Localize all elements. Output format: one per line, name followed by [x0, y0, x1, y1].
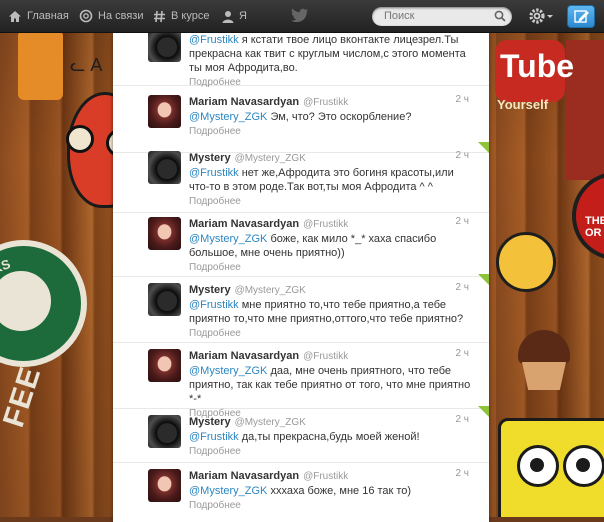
- mariam-avatar[interactable]: [148, 95, 181, 128]
- tweet-mention[interactable]: @Frustikk: [189, 34, 239, 46]
- home-icon: [9, 10, 21, 22]
- tweet-handle[interactable]: @Frustikk: [303, 351, 348, 362]
- retweeted-corner-marker: [478, 274, 489, 285]
- tweet-handle[interactable]: @Mystery_ZGK: [235, 153, 306, 164]
- tweet-text: @Frustikk мне приятно то,что тебе приятн…: [189, 298, 471, 326]
- retweeted-corner-marker: [478, 142, 489, 153]
- tweet-item[interactable]: Mariam Navasardyan @Frustikk @Mystery_ZGK…: [113, 208, 489, 277]
- tweet-handle[interactable]: @Frustikk: [303, 471, 348, 482]
- tweet-timestamp[interactable]: 2 ч: [455, 94, 469, 105]
- tweet-author[interactable]: Mystery: [189, 416, 231, 428]
- nav-discover[interactable]: В курсе: [153, 0, 209, 32]
- tweet-mention[interactable]: @Frustikk: [189, 431, 239, 443]
- compose-pencil-icon: [574, 10, 589, 23]
- tweet-mention[interactable]: @Frustikk: [189, 299, 239, 311]
- tweet-author[interactable]: Mystery: [189, 284, 231, 296]
- youtube-tagline: Yourself: [497, 97, 549, 112]
- tweet-author[interactable]: Mariam Navasardyan: [189, 470, 299, 482]
- tweet-text: @Mystery_ZGK даа, мне очень приятного, ч…: [189, 364, 471, 406]
- tweet-timestamp[interactable]: 2 ч: [455, 282, 469, 293]
- tweet-mention[interactable]: @Mystery_ZGK: [189, 111, 267, 123]
- spongebob-eye: [563, 445, 604, 487]
- youtube-text: Tube: [500, 48, 575, 84]
- nav-home-label: Главная: [27, 10, 69, 22]
- nav-discover-label: В курсе: [171, 10, 210, 22]
- tweet-handle[interactable]: @Frustikk: [303, 219, 348, 230]
- tweet-expand-link[interactable]: Подробнее: [189, 500, 471, 511]
- sticker-spongebob: [498, 418, 604, 517]
- tweet-expand-link[interactable]: Подробнее: [189, 328, 471, 339]
- tweet-item[interactable]: Mariam Navasardyan @Frustikk @Mystery_ZGK…: [113, 460, 489, 522]
- tweet-author[interactable]: Mystery: [189, 152, 231, 164]
- tweet-text: @Mystery_ZGK Эм, что? Это оскорбление?: [189, 110, 471, 124]
- person-icon: [222, 10, 234, 23]
- tweet-timestamp[interactable]: 2 ч: [455, 150, 469, 161]
- tweet-expand-link[interactable]: Подробнее: [189, 196, 471, 207]
- skull-eye: [66, 125, 94, 153]
- tweet-expand-link[interactable]: Подробнее: [189, 126, 471, 137]
- tweet-timestamp[interactable]: 2 ч: [455, 348, 469, 359]
- tweet-expand-link[interactable]: Подробнее: [189, 262, 471, 273]
- tweet-item[interactable]: Mariam Navasardyan @Frustikk @Mystery_ZGK…: [113, 340, 489, 419]
- nav-me-label: Я: [239, 10, 247, 22]
- tweet-body: Эм, что? Это оскорбление?: [267, 111, 412, 123]
- tweet-item[interactable]: Mystery @Mystery_ZGK @Frustikk нет же,Афр…: [113, 142, 489, 213]
- tweet-body: да,ты прекрасна,будь моей женой!: [238, 431, 420, 443]
- tweet-item[interactable]: @Frustikk я кстати твое лицо вконтакте л…: [113, 32, 489, 88]
- mystery-avatar[interactable]: [148, 151, 181, 184]
- tweet-timestamp[interactable]: 2 ч: [455, 468, 469, 479]
- tweet-handle[interactable]: @Frustikk: [303, 97, 348, 108]
- sticker-orange: [18, 30, 63, 100]
- retweeted-corner-marker: [478, 406, 489, 417]
- tweet-text: @Frustikk я кстати твое лицо вконтакте л…: [189, 33, 471, 75]
- tweet-mention[interactable]: @Mystery_ZGK: [189, 365, 267, 377]
- mystery-avatar[interactable]: [148, 415, 181, 448]
- mariam-avatar[interactable]: [148, 349, 181, 382]
- nav-home[interactable]: Главная: [8, 0, 69, 32]
- search-icon[interactable]: [494, 10, 506, 22]
- tweet-mention[interactable]: @Frustikk: [189, 167, 239, 179]
- hashtag-icon: [154, 10, 165, 22]
- tweet-author[interactable]: Mariam Navasardyan: [189, 350, 299, 362]
- mariam-avatar[interactable]: [148, 469, 181, 502]
- tweet-timeline: @Frustikk я кстати твое лицо вконтакте л…: [113, 32, 489, 522]
- sticker-cupcake-base: [522, 362, 566, 390]
- nav-connect[interactable]: На связи: [79, 0, 143, 32]
- tweet-author[interactable]: Mariam Navasardyan: [189, 96, 299, 108]
- tweet-item[interactable]: Mystery @Mystery_ZGK @Frustikk да,ты прек…: [113, 406, 489, 463]
- tweet-handle[interactable]: @Mystery_ZGK: [235, 285, 306, 296]
- starbucks-inner: [0, 268, 54, 334]
- twitter-bird-icon[interactable]: [291, 8, 309, 22]
- spongebob-eye: [517, 445, 559, 487]
- red-circle-text: THE OR: [585, 215, 604, 239]
- search-placeholder: Поиск: [384, 10, 415, 22]
- mariam-avatar[interactable]: [148, 217, 181, 250]
- mystery-avatar[interactable]: [148, 32, 181, 62]
- compose-tweet-button[interactable]: [567, 5, 595, 28]
- gear-icon[interactable]: [528, 6, 554, 26]
- at-sign-icon: [79, 9, 93, 23]
- tweet-text: @Mystery_ZGK хххаха боже, мне 16 так то): [189, 484, 471, 498]
- nav-me[interactable]: Я: [222, 0, 247, 32]
- search-input[interactable]: Поиск: [372, 7, 512, 26]
- tweet-body: хххаха боже, мне 16 так то): [267, 485, 412, 497]
- tweet-text: @Mystery_ZGK боже, как мило *_* хаха спа…: [189, 232, 471, 260]
- mystery-avatar[interactable]: [148, 283, 181, 316]
- tweet-mention[interactable]: @Mystery_ZGK: [189, 485, 267, 497]
- tweet-mention[interactable]: @Mystery_ZGK: [189, 233, 267, 245]
- tweet-text: @Frustikk нет же,Афродита это богиня кра…: [189, 166, 471, 194]
- nav-connect-label: На связи: [98, 10, 144, 22]
- tweet-timestamp[interactable]: 2 ч: [455, 414, 469, 425]
- tweet-expand-link[interactable]: Подробнее: [189, 446, 471, 457]
- tweet-handle[interactable]: @Mystery_ZGK: [235, 417, 306, 428]
- tweet-timestamp[interactable]: 2 ч: [455, 216, 469, 227]
- tweet-text: @Frustikk да,ты прекрасна,будь моей жено…: [189, 430, 471, 444]
- tweet-author[interactable]: Mariam Navasardyan: [189, 218, 299, 230]
- top-navigation-bar: Главная На связи В курсе Я Поиск: [0, 0, 604, 33]
- sticker-chars: ᓚ A: [70, 55, 103, 75]
- tweet-item[interactable]: Mystery @Mystery_ZGK @Frustikk мне приятн…: [113, 274, 489, 343]
- sticker-monkey: [496, 232, 556, 292]
